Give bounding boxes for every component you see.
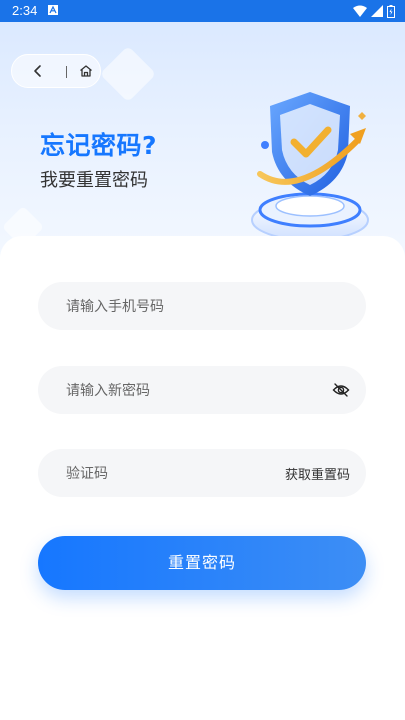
status-time: 2:34 bbox=[12, 3, 38, 18]
new-password-field[interactable]: 请输入新密码 bbox=[38, 366, 366, 414]
verification-code-field[interactable]: 验证码 获取重置码 bbox=[38, 449, 366, 497]
battery-icon bbox=[387, 4, 395, 18]
page-title: 忘记密码? bbox=[40, 131, 158, 160]
notification-a-icon bbox=[48, 5, 58, 15]
eye-hidden-icon[interactable] bbox=[332, 381, 350, 399]
page-subtitle: 我要重置密码 bbox=[40, 170, 148, 191]
decorative-diamond bbox=[99, 45, 157, 103]
back-chevron-icon[interactable] bbox=[30, 63, 46, 79]
get-reset-code-button[interactable]: 获取重置码 bbox=[285, 464, 350, 483]
nav-divider bbox=[66, 66, 67, 78]
status-bar: 2:34 bbox=[0, 0, 405, 22]
hero-header: 忘记密码? 我要重置密码 bbox=[0, 22, 405, 262]
wifi-icon bbox=[353, 5, 367, 17]
phone-field[interactable]: 请输入手机号码 bbox=[38, 282, 366, 330]
signal-icon bbox=[371, 5, 383, 17]
reset-password-button[interactable]: 重置密码 bbox=[38, 536, 366, 590]
home-icon[interactable] bbox=[78, 63, 94, 79]
security-shield-illustration bbox=[251, 92, 369, 241]
status-indicators bbox=[353, 4, 395, 18]
nav-capsule bbox=[11, 54, 101, 88]
password-placeholder: 请输入新密码 bbox=[66, 383, 150, 399]
code-placeholder: 验证码 bbox=[66, 466, 108, 482]
phone-placeholder: 请输入手机号码 bbox=[66, 299, 164, 315]
